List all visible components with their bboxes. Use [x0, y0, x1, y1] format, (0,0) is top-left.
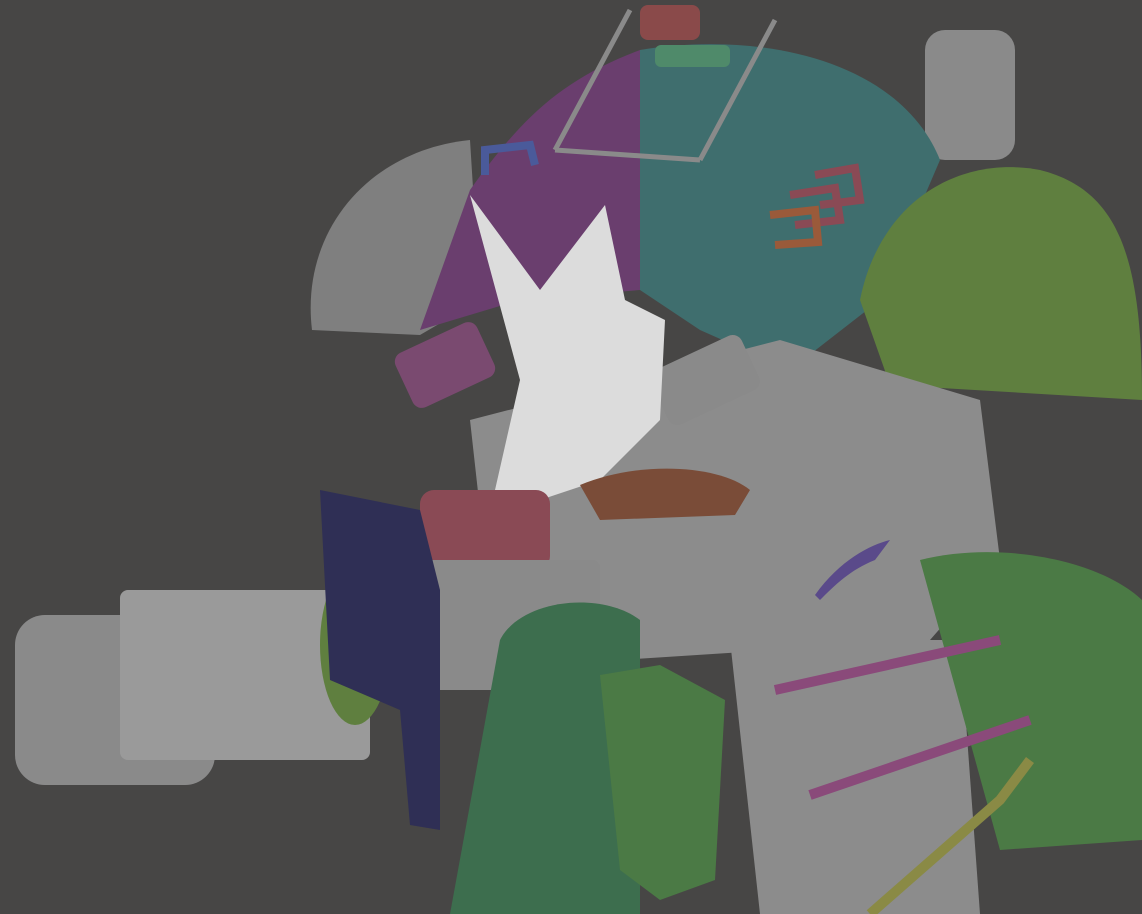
exhaust-stack	[925, 30, 1015, 160]
red-gear	[420, 490, 550, 570]
top-red-part	[640, 5, 700, 40]
model-render	[15, 5, 1142, 914]
3d-viewport[interactable]	[0, 0, 1142, 914]
arm-shield-plate	[320, 490, 440, 830]
carapace-hatch	[655, 45, 730, 67]
